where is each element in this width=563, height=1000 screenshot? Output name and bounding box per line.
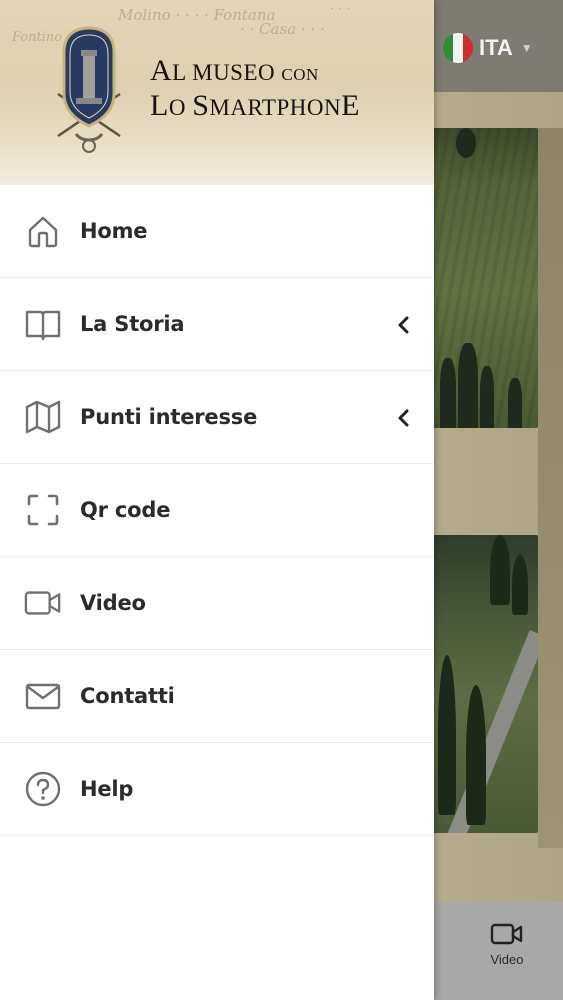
- video-tab-label: Video: [490, 952, 524, 967]
- menu-label-qr-code: Qr code: [80, 498, 171, 522]
- menu-item-la-storia[interactable]: La Storia: [0, 278, 434, 371]
- italy-flag-icon: [443, 33, 473, 63]
- menu-label-la-storia: La Storia: [80, 312, 185, 336]
- video-camera-icon: [24, 584, 62, 622]
- chevron-left-icon[interactable]: [396, 315, 412, 335]
- brand-line-2: LO SMARTPHONE: [150, 89, 360, 122]
- club-crest-emblem: [57, 26, 121, 153]
- language-selector[interactable]: ITA ▼: [443, 33, 533, 63]
- envelope-icon: [24, 677, 62, 715]
- language-label: ITA: [479, 35, 513, 60]
- menu-label-help: Help: [80, 777, 134, 801]
- menu-label-video: Video: [80, 591, 146, 615]
- chevron-left-icon[interactable]: [396, 408, 412, 428]
- book-icon: [24, 305, 62, 343]
- qr-scan-icon: [24, 491, 62, 529]
- video-tab[interactable]: Video: [474, 922, 540, 967]
- old-map-image: [538, 128, 563, 848]
- brand-line-1: AL MUSEO CON: [150, 54, 319, 87]
- menu-item-video[interactable]: Video: [0, 557, 434, 650]
- menu-item-punti-interesse[interactable]: Punti interesse: [0, 371, 434, 464]
- help-circle-icon: [24, 770, 62, 808]
- vineyard-photo[interactable]: [416, 128, 538, 428]
- map-icon: [24, 398, 62, 436]
- navigation-drawer: Molino · · · · Fontana · · Casa · · · Fo…: [0, 0, 434, 1000]
- app-brand-title: AL MUSEO CON LO SMARTPHONE: [150, 55, 360, 123]
- menu-item-home[interactable]: Home: [0, 185, 434, 278]
- menu-item-qr-code[interactable]: Qr code: [0, 464, 434, 557]
- hillside-road-photo[interactable]: [416, 535, 538, 833]
- menu-label-home: Home: [80, 219, 148, 243]
- menu-item-help[interactable]: Help: [0, 743, 434, 836]
- menu-label-punti-interesse: Punti interesse: [80, 405, 258, 429]
- caret-down-icon: ▼: [520, 41, 533, 55]
- video-camera-icon: [490, 923, 523, 945]
- drawer-menu: Home La Storia Punti interesse Qr code V…: [0, 185, 434, 836]
- drawer-header: Molino · · · · Fontana · · Casa · · · Fo…: [0, 0, 434, 185]
- menu-label-contatti: Contatti: [80, 684, 175, 708]
- home-icon: [24, 212, 62, 250]
- menu-item-contatti[interactable]: Contatti: [0, 650, 434, 743]
